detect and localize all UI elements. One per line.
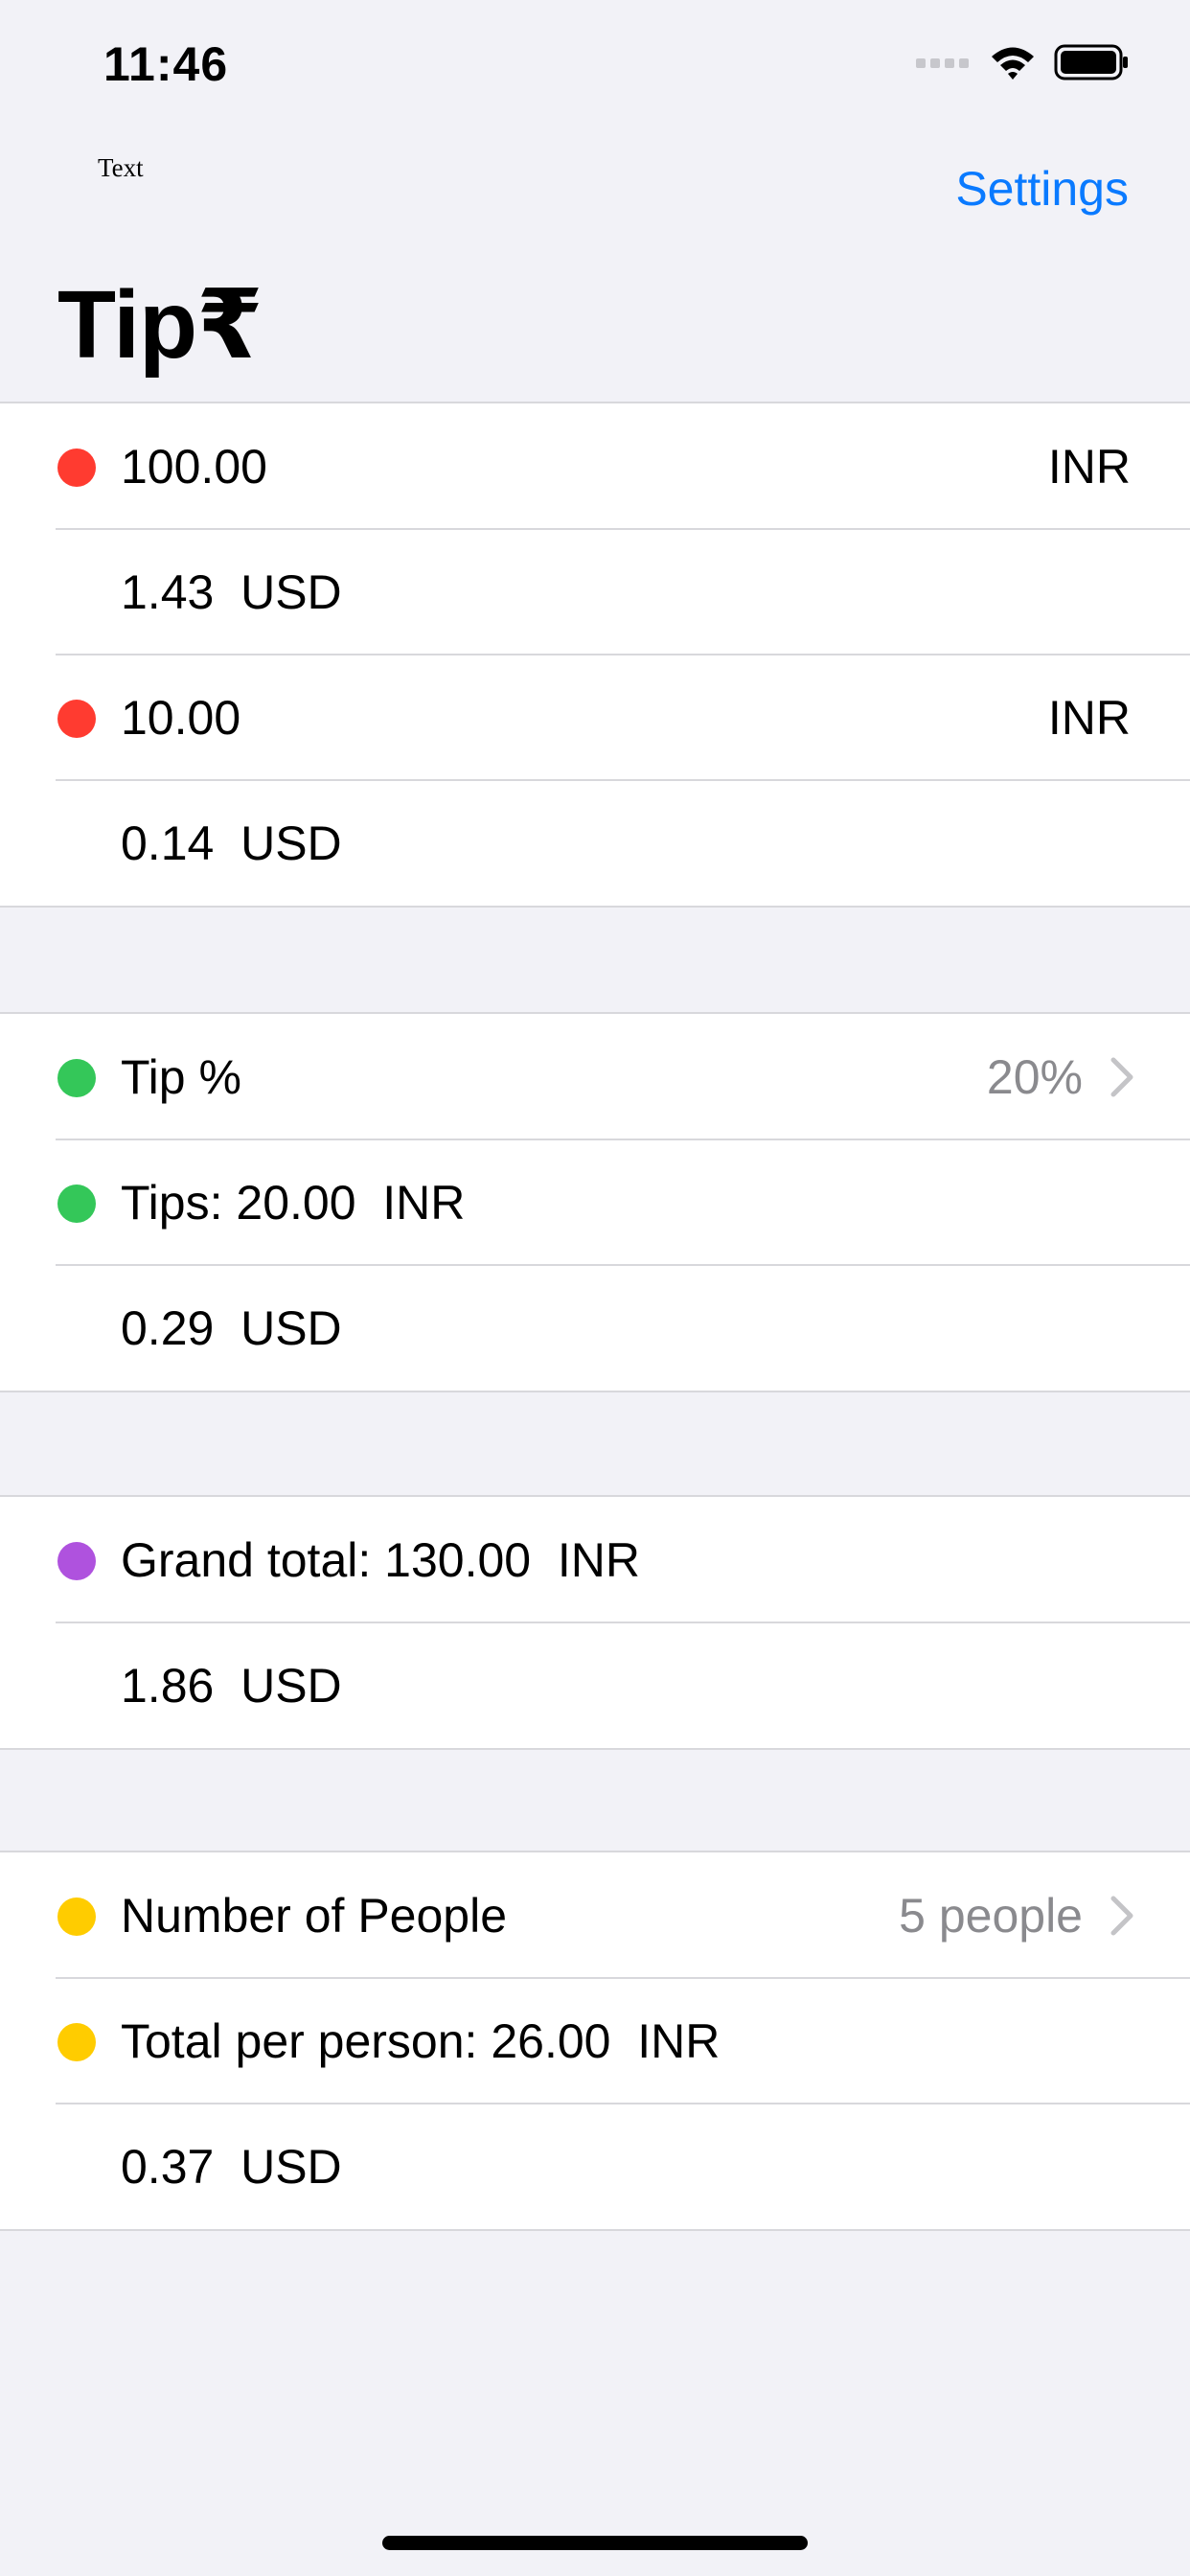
bill-usd-value: 1.43 USD (121, 564, 342, 619)
per-person-amount: Total per person: 26.00 INR (121, 2013, 721, 2068)
tips-usd-value: 0.29 USD (121, 1300, 342, 1355)
bill-currency[interactable]: INR (1048, 403, 1131, 529)
settings-button[interactable]: Settings (955, 161, 1129, 217)
green-dot-icon (57, 1059, 96, 1097)
navigation-bar: Text Settings Tip₹ (0, 126, 1190, 395)
grand-total-usd-row: 1.86 USD (0, 1622, 1190, 1748)
second-amount-row[interactable]: 10.00 INR (0, 654, 1190, 780)
red-dot-icon (57, 700, 96, 738)
second-usd-row: 0.14 USD (0, 779, 1190, 906)
page-title: Tip₹ (57, 271, 263, 379)
home-indicator[interactable] (382, 2536, 808, 2550)
tip-section: Tip % 20% Tips: 20.00 INR 0.29 USD (0, 1012, 1190, 1392)
per-person-row: Total per person: 26.00 INR (0, 1977, 1190, 2104)
second-amount-currency[interactable]: INR (1048, 655, 1131, 780)
number-of-people-label: Number of People (121, 1888, 508, 1943)
status-bar: 11:46 (0, 0, 1190, 126)
grand-total-usd-value: 1.86 USD (121, 1658, 342, 1713)
per-person-usd-value: 0.37 USD (121, 2139, 342, 2194)
red-dot-icon (57, 448, 96, 487)
per-person-usd-row: 0.37 USD (0, 2103, 1190, 2229)
bill-section: 100.00 INR 1.43 USD 10.00 INR 0.14 USD (0, 402, 1190, 908)
status-time: 11:46 (103, 37, 229, 91)
tip-percent-value: 20% (986, 1049, 1083, 1104)
people-section: Number of People 5 people Total per pers… (0, 1851, 1190, 2231)
wifi-icon (992, 47, 1034, 80)
purple-dot-icon (57, 1542, 96, 1580)
tips-usd-row: 0.29 USD (0, 1264, 1190, 1391)
number-of-people-row[interactable]: Number of People 5 people (0, 1852, 1190, 1978)
yellow-dot-icon (57, 2023, 96, 2061)
status-icons (916, 44, 1129, 80)
bill-usd-row: 1.43 USD (0, 528, 1190, 655)
bill-amount-row[interactable]: 100.00 INR (0, 403, 1190, 529)
green-dot-icon (57, 1184, 96, 1223)
grand-total-section: Grand total: 130.00 INR 1.86 USD (0, 1495, 1190, 1750)
number-of-people-value: 5 people (899, 1888, 1083, 1943)
grand-total-amount: Grand total: 130.00 INR (121, 1532, 640, 1587)
chevron-right-icon (1110, 1057, 1133, 1097)
tips-row: Tips: 20.00 INR (0, 1138, 1190, 1265)
tip-percent-row[interactable]: Tip % 20% (0, 1014, 1190, 1139)
grand-total-row: Grand total: 130.00 INR (0, 1497, 1190, 1622)
second-amount-value[interactable]: 10.00 (121, 655, 240, 780)
signal-icon (916, 58, 969, 68)
second-usd-value: 0.14 USD (121, 816, 342, 870)
tip-percent-label: Tip % (121, 1049, 241, 1104)
nav-text-label: Text (98, 153, 144, 182)
bill-amount-value[interactable]: 100.00 (121, 403, 267, 529)
battery-icon (1054, 44, 1128, 80)
yellow-dot-icon (57, 1898, 96, 1936)
chevron-right-icon (1110, 1896, 1133, 1936)
tips-amount: Tips: 20.00 INR (121, 1175, 466, 1230)
